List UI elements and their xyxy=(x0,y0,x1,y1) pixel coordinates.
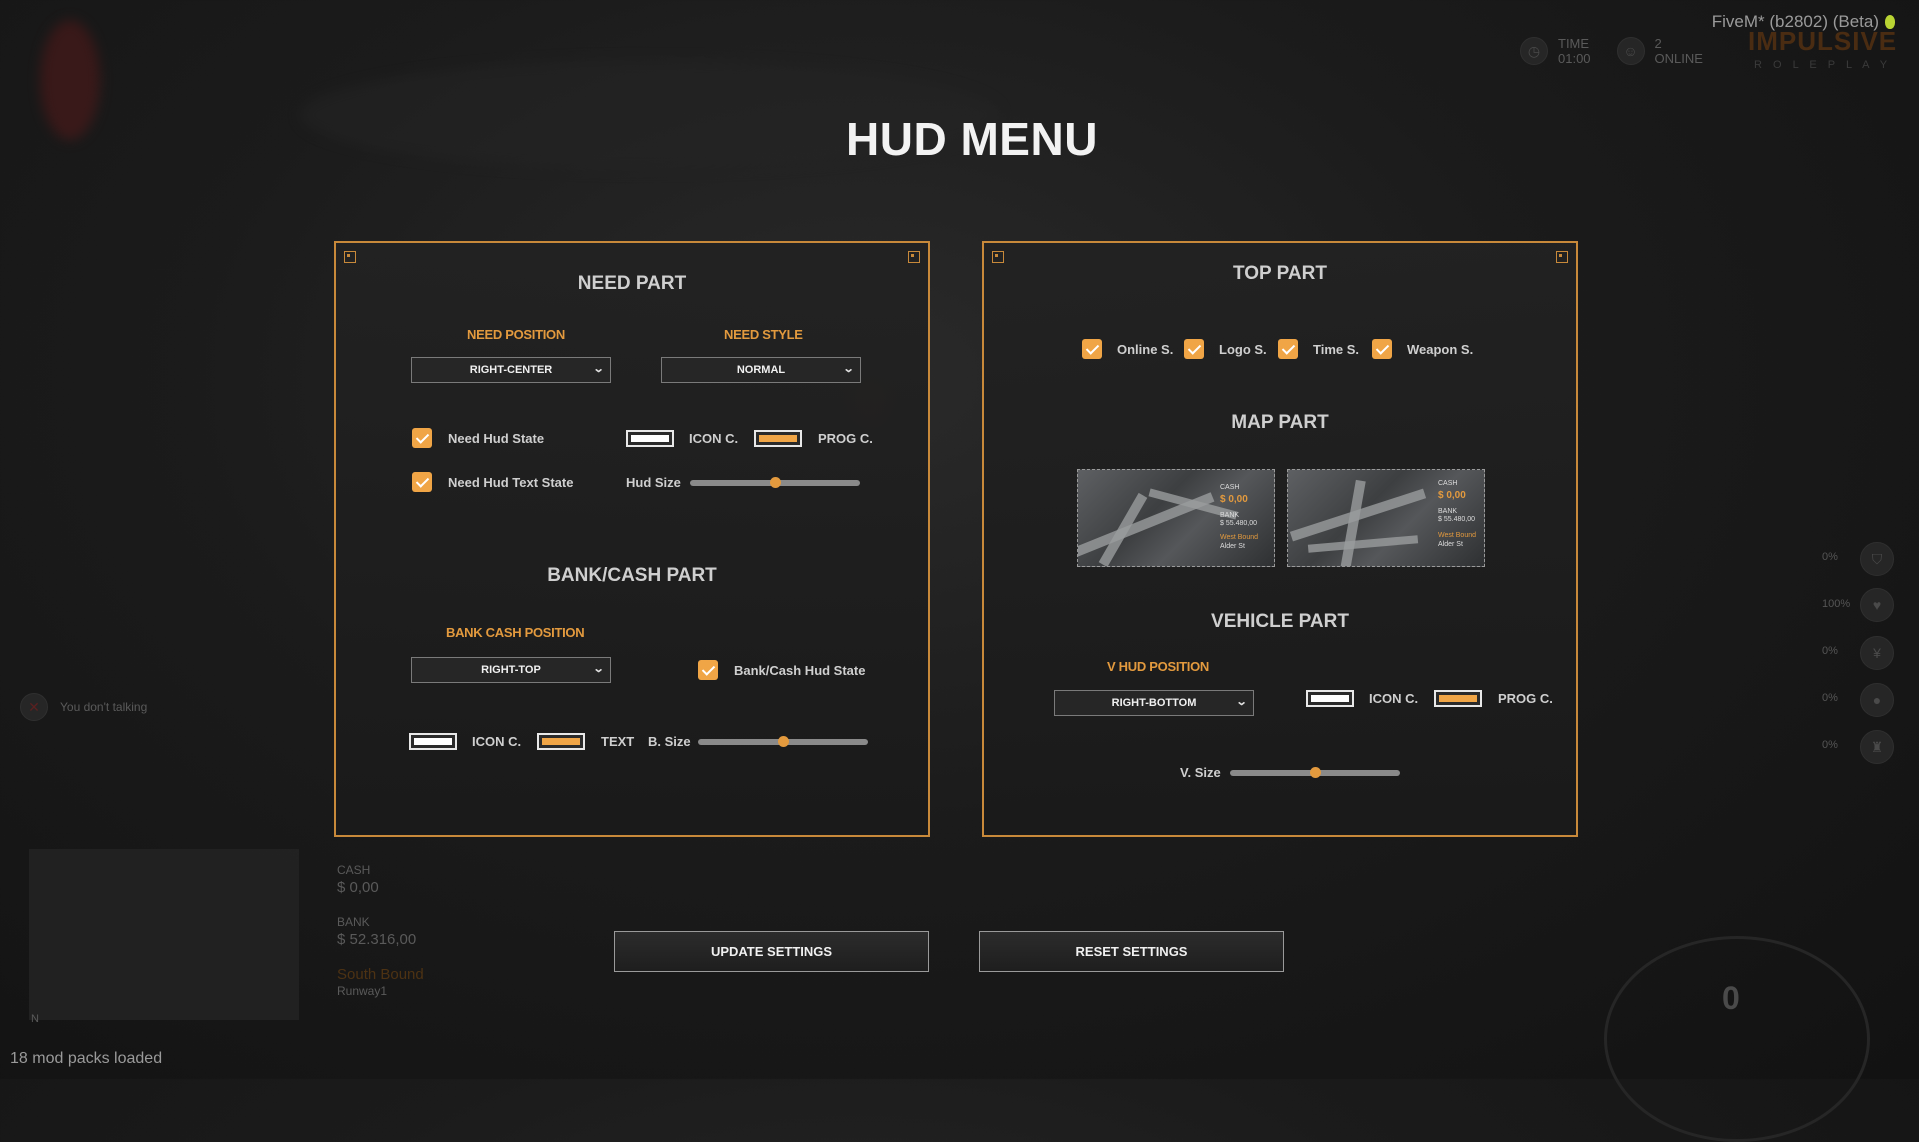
bg-speedometer xyxy=(1604,936,1870,1142)
time-toggle-checkbox[interactable] xyxy=(1278,339,1298,359)
need-icon-color-label: ICON C. xyxy=(689,431,739,446)
corner-icon xyxy=(908,251,920,263)
shield-icon: ⛉ xyxy=(1860,542,1894,576)
bank-size-slider[interactable] xyxy=(698,736,868,747)
bank-text-color-label: TEXT xyxy=(601,734,635,749)
chevron-down-icon: ⌄ xyxy=(592,363,605,375)
weapon-toggle-checkbox[interactable] xyxy=(1372,339,1392,359)
corner-icon xyxy=(1556,251,1568,263)
bg-voice-indicator: ✕ You don't talking xyxy=(20,693,147,721)
bank-icon-color-picker[interactable] xyxy=(409,733,457,750)
need-hud-state-checkbox[interactable] xyxy=(412,428,432,448)
need-text-state-label: Need Hud Text State xyxy=(448,475,574,490)
need-position-label: NEED POSITION xyxy=(467,327,565,342)
need-style-label: NEED STYLE xyxy=(724,327,803,342)
bg-money-widget: CASH $ 0,00 BANK $ 52.316,00 South Bound… xyxy=(337,863,424,998)
vehicle-position-value: RIGHT-BOTTOM xyxy=(1111,697,1197,709)
users-icon: ☺ xyxy=(1616,37,1645,65)
corner-icon xyxy=(992,251,1004,263)
top-part-heading: TOP PART xyxy=(1233,263,1327,284)
map-style-option-1[interactable]: CASH $ 0,00 BANK $ 55.480,00 West Bound … xyxy=(1077,469,1275,567)
bank-position-select[interactable]: RIGHT-TOP ⌄ xyxy=(411,657,611,683)
bg-stat-percent: 0% xyxy=(1822,645,1838,657)
need-position-select[interactable]: RIGHT-CENTER ⌄ xyxy=(411,357,611,383)
vehicle-position-select[interactable]: RIGHT-BOTTOM ⌄ xyxy=(1054,690,1254,716)
bg-server-logo: IMPULSIVE R O L E P L A Y xyxy=(1748,26,1898,71)
top-map-vehicle-panel: TOP PART Online S. Logo S. Time S. Weapo… xyxy=(982,241,1578,837)
vehicle-prog-color-label: PROG C. xyxy=(1498,691,1553,706)
need-prog-color-label: PROG C. xyxy=(818,431,873,446)
weapon-toggle-label: Weapon S. xyxy=(1407,342,1474,357)
logo-toggle-label: Logo S. xyxy=(1219,342,1267,357)
page-title: HUD MENU xyxy=(846,113,1098,165)
heart-icon: ♥ xyxy=(1860,588,1894,622)
bg-minimap xyxy=(29,849,299,1020)
map-style-option-2[interactable]: CASH $ 0,00 BANK $ 55.480,00 West Bound … xyxy=(1287,469,1485,567)
update-settings-button[interactable]: UPDATE SETTINGS xyxy=(614,931,929,972)
bank-icon-color-label: ICON C. xyxy=(472,734,522,749)
need-prog-color-picker[interactable] xyxy=(754,430,802,447)
need-style-select[interactable]: NORMAL ⌄ xyxy=(661,357,861,383)
bg-stat-percent: 0% xyxy=(1822,739,1838,751)
bank-part-heading: BANK/CASH PART xyxy=(547,565,717,586)
need-icon-color-picker[interactable] xyxy=(626,430,674,447)
corner-icon xyxy=(344,251,356,263)
slider-knob[interactable] xyxy=(1310,767,1321,778)
bank-state-checkbox[interactable] xyxy=(698,660,718,680)
bg-stat-percent: 0% xyxy=(1822,551,1838,563)
vehicle-icon-color-label: ICON C. xyxy=(1369,691,1419,706)
time-toggle-label: Time S. xyxy=(1313,342,1360,357)
food-icon: ¥ xyxy=(1860,636,1894,670)
slider-knob[interactable] xyxy=(770,477,781,488)
bank-text-color-picker[interactable] xyxy=(537,733,585,750)
vehicle-part-heading: VEHICLE PART xyxy=(1211,611,1349,632)
bg-compass: N xyxy=(31,1013,39,1025)
bank-state-label: Bank/Cash Hud State xyxy=(734,663,866,678)
bg-time-widget: ◷ TIME 01:00 ☺ 2 ONLINE xyxy=(1520,36,1703,66)
vehicle-icon-color-picker[interactable] xyxy=(1306,690,1354,707)
vehicle-position-label: V HUD POSITION xyxy=(1107,659,1209,674)
need-hud-state-label: Need Hud State xyxy=(448,431,545,446)
status-text: 18 mod packs loaded xyxy=(10,1050,163,1067)
vehicle-size-label: V. Size xyxy=(1180,765,1221,780)
bank-position-label: BANK CASH POSITION xyxy=(446,625,585,640)
stamina-icon: ♜ xyxy=(1860,730,1894,764)
hud-size-label: Hud Size xyxy=(626,475,681,490)
vehicle-size-slider[interactable] xyxy=(1230,767,1400,778)
bg-stat-percent: 0% xyxy=(1822,692,1838,704)
microphone-off-icon: ✕ xyxy=(20,693,48,721)
reset-settings-button[interactable]: RESET SETTINGS xyxy=(979,931,1284,972)
map-part-heading: MAP PART xyxy=(1231,412,1329,433)
water-drop-icon: ● xyxy=(1860,683,1894,717)
need-part-heading: NEED PART xyxy=(577,273,687,294)
logo-toggle-checkbox[interactable] xyxy=(1184,339,1204,359)
bank-position-value: RIGHT-TOP xyxy=(481,664,541,676)
chevron-down-icon: ⌄ xyxy=(592,663,605,675)
need-bank-panel: NEED PART NEED POSITION NEED STYLE RIGHT… xyxy=(334,241,930,837)
vehicle-prog-color-picker[interactable] xyxy=(1434,690,1482,707)
need-style-value: NORMAL xyxy=(736,364,786,376)
chevron-down-icon: ⌄ xyxy=(842,363,855,375)
bg-speed-value: 0 xyxy=(1722,980,1740,1016)
chevron-down-icon: ⌄ xyxy=(1235,696,1248,708)
bg-stat-percent: 100% xyxy=(1822,598,1851,610)
need-text-state-checkbox[interactable] xyxy=(412,472,432,492)
online-toggle-label: Online S. xyxy=(1117,342,1174,357)
clock-icon: ◷ xyxy=(1520,37,1548,65)
online-toggle-checkbox[interactable] xyxy=(1082,339,1102,359)
slider-knob[interactable] xyxy=(778,736,789,747)
bank-size-label: B. Size xyxy=(648,734,691,749)
need-position-value: RIGHT-CENTER xyxy=(469,364,553,376)
hud-size-slider[interactable] xyxy=(690,477,860,488)
